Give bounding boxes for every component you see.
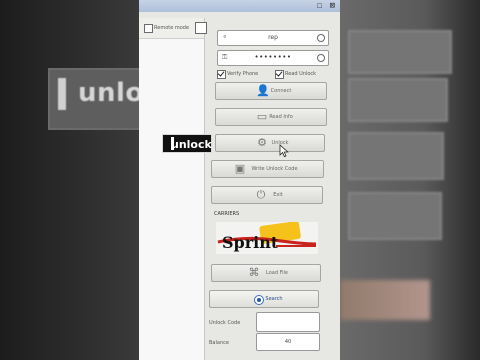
load-file-button-label: Load File (266, 270, 288, 276)
background-blur-box (348, 30, 452, 74)
exit-button-label: Exit (273, 192, 283, 198)
write-unlock-code-button[interactable]: ▣ Write Unlock Code (211, 160, 324, 178)
search-button[interactable]: Search (209, 290, 319, 308)
verify-phone-checkbox[interactable] (217, 70, 226, 79)
write-unlock-code-button-label: Write Unlock Code (251, 166, 298, 172)
title-bar: ☐ ⊠ (139, 0, 340, 12)
background-blur-box (348, 132, 444, 180)
mouse-pointer-icon (279, 144, 289, 158)
password-value: •••••••• (254, 53, 292, 61)
sprint-logo-art: Sprint (217, 221, 317, 252)
unlock-caption-overlay: unlock (162, 134, 212, 153)
remote-mode-label: Remote mode (154, 25, 190, 31)
balance-value: 40 (284, 339, 292, 345)
exit-button[interactable]: ⏻ Exit (211, 186, 323, 204)
username-value: rep (268, 34, 278, 41)
read-unlock-checkbox[interactable] (275, 70, 284, 79)
extra-checkbox[interactable] (195, 22, 207, 34)
unlock-button[interactable]: ⚙ Unlock (215, 134, 325, 152)
connect-button[interactable]: 👤 Connect (215, 82, 327, 100)
read-info-button-label: Read Info (269, 114, 293, 120)
load-file-button[interactable]: ⌘ Load File (211, 264, 321, 282)
sprint-logo: Sprint (216, 221, 318, 254)
background-caption-cursor (58, 78, 66, 110)
balance-field: 40 (256, 333, 320, 351)
unlock-caption-text: unlock (171, 138, 212, 151)
read-unlock-label: Read Unlock (285, 71, 317, 77)
background-blur-box (348, 192, 442, 240)
background-blur-box (348, 78, 448, 122)
verify-phone-label: Verify Phone (227, 71, 259, 77)
password-field[interactable]: ⚿ •••••••• (217, 50, 329, 66)
balance-label: Balance (209, 340, 229, 346)
carrier-label: CARRIERS (214, 211, 240, 217)
unlock-code-label: Unlock Code (209, 320, 241, 326)
background-left (0, 0, 139, 360)
device-list-pane[interactable]: Remote mode (139, 18, 207, 360)
username-status-icon (317, 34, 325, 42)
password-status-icon (317, 54, 325, 62)
remote-mode-checkbox[interactable] (144, 24, 153, 33)
logo-wordmark: Sprint (222, 233, 279, 252)
connect-button-label: Connect (270, 88, 292, 94)
background-blurred-logo (340, 280, 430, 320)
unlock-tool-window: ☐ ⊠ Remote mode ⚬ rep ⚿ •••••••• Verify … (139, 0, 340, 360)
read-info-button[interactable]: ▭ Read Info (215, 108, 327, 126)
caption-cursor-bar (171, 137, 174, 150)
username-field[interactable]: ⚬ rep (217, 30, 329, 46)
search-button-label: Search (265, 296, 283, 302)
window-control-buttons[interactable]: ☐ ⊠ (317, 1, 336, 11)
unlock-code-field[interactable] (256, 312, 320, 332)
device-list-header: Remote mode (139, 18, 207, 39)
